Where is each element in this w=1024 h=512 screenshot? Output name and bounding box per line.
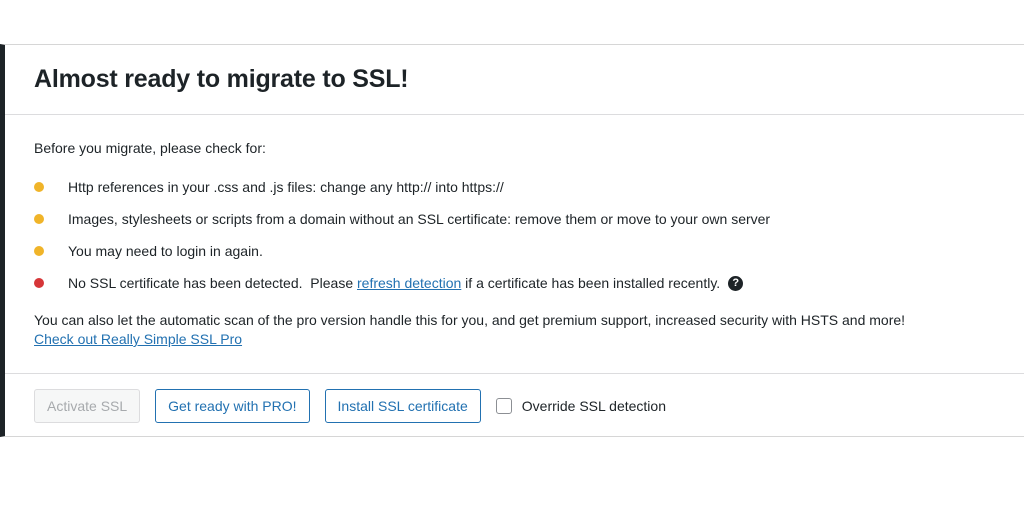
notice-header: Almost ready to migrate to SSL! bbox=[5, 45, 1024, 115]
override-ssl-detection[interactable]: Override SSL detection bbox=[495, 397, 666, 414]
warning-dot-icon bbox=[34, 246, 44, 256]
list-item-text: Images, stylesheets or scripts from a do… bbox=[68, 211, 771, 227]
pro-link[interactable]: Check out Really Simple SSL Pro bbox=[34, 331, 242, 347]
action-bar: Activate SSL Get ready with PRO! Install… bbox=[5, 373, 1024, 437]
list-item-text: Http references in your .css and .js fil… bbox=[68, 179, 504, 195]
warning-dot-icon bbox=[34, 182, 44, 192]
notice-title: Almost ready to migrate to SSL! bbox=[34, 65, 409, 93]
ssl-migration-notice: Almost ready to migrate to SSL! Before y… bbox=[0, 44, 1024, 437]
list-item-text: No SSL certificate has been detected. Pl… bbox=[68, 275, 720, 291]
warning-dot-icon bbox=[34, 214, 44, 224]
get-ready-pro-button[interactable]: Get ready with PRO! bbox=[155, 388, 310, 423]
refresh-detection-link[interactable]: refresh detection bbox=[357, 275, 461, 291]
list-item-text: You may need to login in again. bbox=[68, 243, 263, 259]
install-ssl-certificate-button[interactable]: Install SSL certificate bbox=[324, 388, 481, 423]
intro-text: Before you migrate, please check for: bbox=[34, 140, 266, 156]
list-item: No SSL certificate has been detected. Pl… bbox=[34, 267, 1024, 299]
pro-description: You can also let the automatic scan of t… bbox=[34, 311, 1024, 349]
pro-text: You can also let the automatic scan of t… bbox=[34, 312, 906, 328]
checklist: Http references in your .css and .js fil… bbox=[34, 171, 1024, 299]
override-checkbox[interactable] bbox=[495, 397, 512, 414]
list-item: Images, stylesheets or scripts from a do… bbox=[34, 203, 1024, 235]
error-text-before: No SSL certificate has been detected. Pl… bbox=[68, 275, 357, 291]
error-text-after: if a certificate has been installed rece… bbox=[461, 275, 721, 291]
notice-body: Before you migrate, please check for: Ht… bbox=[5, 115, 1024, 349]
activate-ssl-button[interactable]: Activate SSL bbox=[34, 388, 141, 423]
list-item: You may need to login in again. bbox=[34, 235, 1024, 267]
list-item: Http references in your .css and .js fil… bbox=[34, 171, 1024, 203]
override-label: Override SSL detection bbox=[521, 397, 666, 414]
error-dot-icon bbox=[34, 278, 44, 288]
help-icon[interactable]: ? bbox=[728, 275, 744, 291]
